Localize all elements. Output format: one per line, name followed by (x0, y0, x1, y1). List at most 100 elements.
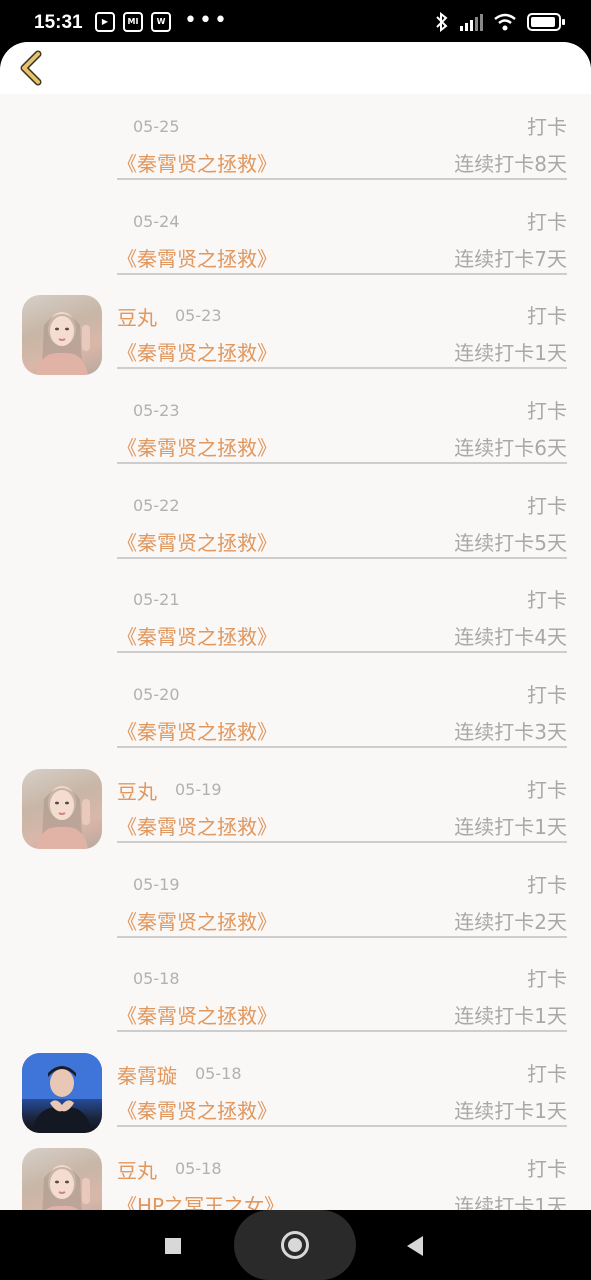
system-icons (435, 12, 565, 32)
checkin-date: 05-18 (175, 1158, 222, 1178)
checkin-screen: 05-25 打卡 《秦霄贤之拯救》 连续打卡8天 05-24 打卡 《秦霄贤之拯救》 连续打卡… (0, 42, 591, 1210)
streak-count: 连续打卡8天 (454, 152, 567, 176)
checkin-action: 打卡 (527, 115, 567, 139)
row-divider (117, 1124, 567, 1127)
user-name[interactable]: 豆丸 (117, 776, 157, 805)
checkin-row[interactable]: 豆丸 05-23 打卡《秦霄贤之拯救》 连续打卡1天 (0, 283, 591, 378)
checkin-action: 打卡 (527, 399, 567, 424)
checkin-action: 打卡 (527, 588, 567, 613)
row-divider (117, 651, 567, 654)
book-title-link[interactable]: 《HP之冥王之女》 (117, 1190, 284, 1210)
checkin-row[interactable]: 05-24 打卡《秦霄贤之拯救》 连续打卡7天 (0, 189, 591, 284)
row-divider (117, 367, 567, 370)
header-bar (0, 42, 591, 94)
checkin-date: 05-22 (133, 495, 180, 515)
mi-icon: MI (123, 12, 143, 32)
checkin-action: 打卡 (527, 967, 567, 992)
checkin-date: 05-25 (133, 117, 180, 136)
avatar[interactable] (22, 1147, 102, 1210)
checkin-date: 05-23 (175, 306, 222, 326)
avatar[interactable] (22, 768, 102, 849)
streak-count: 连续打卡2天 (454, 909, 567, 934)
book-title-link[interactable]: 《秦霄贤之拯救》 (117, 1095, 277, 1124)
row-divider (117, 746, 567, 749)
checkin-action: 打卡 (527, 493, 567, 518)
recents-square-icon[interactable] (165, 1238, 181, 1254)
book-title-link[interactable]: 《秦霄贤之拯救》 (117, 527, 277, 556)
user-name[interactable]: 豆丸 (117, 302, 157, 331)
book-title-link[interactable]: 《秦霄贤之拯救》 (117, 243, 277, 272)
book-title-link[interactable]: 《秦霄贤之拯救》 (117, 432, 277, 461)
checkin-row[interactable]: 秦霄璇 05-18 打卡《秦霄贤之拯救》 连续打卡1天 (0, 1041, 591, 1136)
home-circle-icon (281, 1231, 309, 1259)
row-divider (117, 840, 567, 843)
checkin-action: 打卡 (527, 1156, 567, 1181)
checkin-list: 05-25 打卡 《秦霄贤之拯救》 连续打卡8天 05-24 打卡 《秦霄贤之拯救》 连续打卡… (0, 94, 591, 1210)
book-title-link[interactable]: 《秦霄贤之拯救》 (117, 148, 277, 177)
checkin-date: 05-20 (133, 685, 180, 705)
checkin-row[interactable]: 05-18 打卡《秦霄贤之拯救》 连续打卡1天 (0, 946, 591, 1041)
checkin-date: 05-24 (133, 211, 180, 231)
checkin-row[interactable]: 05-22 打卡《秦霄贤之拯救》 连续打卡5天 (0, 473, 591, 568)
streak-count: 连续打卡6天 (454, 436, 567, 461)
checkin-date: 05-18 (195, 1063, 242, 1083)
book-title-link[interactable]: 《秦霄贤之拯救》 (117, 621, 277, 650)
checkin-action: 打卡 (527, 209, 567, 234)
row-divider (117, 935, 567, 938)
book-title-link[interactable]: 《秦霄贤之拯救》 (117, 906, 277, 935)
checkin-action: 打卡 (527, 304, 567, 329)
tv-icon: ▶ (95, 12, 115, 32)
checkin-action: 打卡 (527, 683, 567, 708)
row-divider (117, 462, 567, 465)
bluetooth-icon (436, 12, 448, 32)
checkin-row[interactable]: 豆丸 05-18 打卡《HP之冥王之女》 连续打卡1天 (0, 1136, 591, 1210)
streak-count: 连续打卡1天 (454, 814, 567, 839)
user-name[interactable]: 豆丸 (117, 1155, 157, 1184)
row-divider (117, 556, 567, 559)
book-title-link[interactable]: 《秦霄贤之拯救》 (117, 1000, 277, 1029)
avatar[interactable] (22, 1052, 102, 1133)
chevron-left-icon (20, 50, 42, 86)
navigation-bar (0, 1210, 591, 1280)
checkin-row[interactable]: 05-25 打卡《秦霄贤之拯救》 连续打卡8天 (0, 94, 591, 189)
row-divider (117, 272, 567, 275)
back-button[interactable] (12, 48, 52, 88)
webtoon-icon: W (151, 12, 171, 32)
avatar[interactable] (22, 295, 102, 376)
checkin-row[interactable]: 05-19 打卡《秦霄贤之拯救》 连续打卡2天 (0, 852, 591, 947)
more-notifications-icon: ••• (184, 8, 229, 33)
user-name[interactable]: 秦霄璇 (117, 1060, 177, 1089)
streak-count: 连续打卡1天 (454, 1098, 567, 1123)
book-title-link[interactable]: 《秦霄贤之拯救》 (117, 337, 277, 366)
streak-count: 连续打卡1天 (454, 341, 567, 366)
streak-count: 连续打卡1天 (454, 1193, 567, 1210)
checkin-action: 打卡 (527, 872, 567, 897)
battery-icon (527, 13, 565, 31)
checkin-date: 05-19 (133, 874, 180, 894)
book-title-link[interactable]: 《秦霄贤之拯救》 (117, 716, 277, 745)
checkin-date: 05-18 (133, 969, 180, 989)
back-triangle-icon[interactable] (407, 1236, 423, 1256)
checkin-row[interactable]: 05-23 打卡《秦霄贤之拯救》 连续打卡6天 (0, 378, 591, 473)
book-title-link[interactable]: 《秦霄贤之拯救》 (117, 811, 277, 840)
streak-count: 连续打卡1天 (454, 1004, 567, 1029)
status-time: 15:31 (34, 12, 83, 33)
checkin-row[interactable]: 05-21 打卡《秦霄贤之拯救》 连续打卡4天 (0, 567, 591, 662)
notification-icons: ▶ MI W (95, 12, 171, 32)
home-button[interactable] (234, 1210, 356, 1280)
streak-count: 连续打卡5天 (454, 530, 567, 555)
checkin-row[interactable]: 豆丸 05-19 打卡《秦霄贤之拯救》 连续打卡1天 (0, 757, 591, 852)
checkin-date: 05-23 (133, 401, 180, 421)
row-divider (117, 1030, 567, 1033)
row-divider (117, 178, 567, 180)
checkin-date: 05-19 (175, 779, 222, 799)
checkin-action: 打卡 (527, 1061, 567, 1086)
streak-count: 连续打卡4天 (454, 625, 567, 650)
checkin-date: 05-21 (133, 590, 180, 610)
wifi-icon (494, 13, 516, 31)
checkin-action: 打卡 (527, 777, 567, 802)
streak-count: 连续打卡3天 (454, 720, 567, 745)
streak-count: 连续打卡7天 (454, 246, 567, 271)
status-bar: 15:31 ▶ MI W ••• (0, 0, 591, 44)
checkin-row[interactable]: 05-20 打卡《秦霄贤之拯救》 连续打卡3天 (0, 662, 591, 757)
